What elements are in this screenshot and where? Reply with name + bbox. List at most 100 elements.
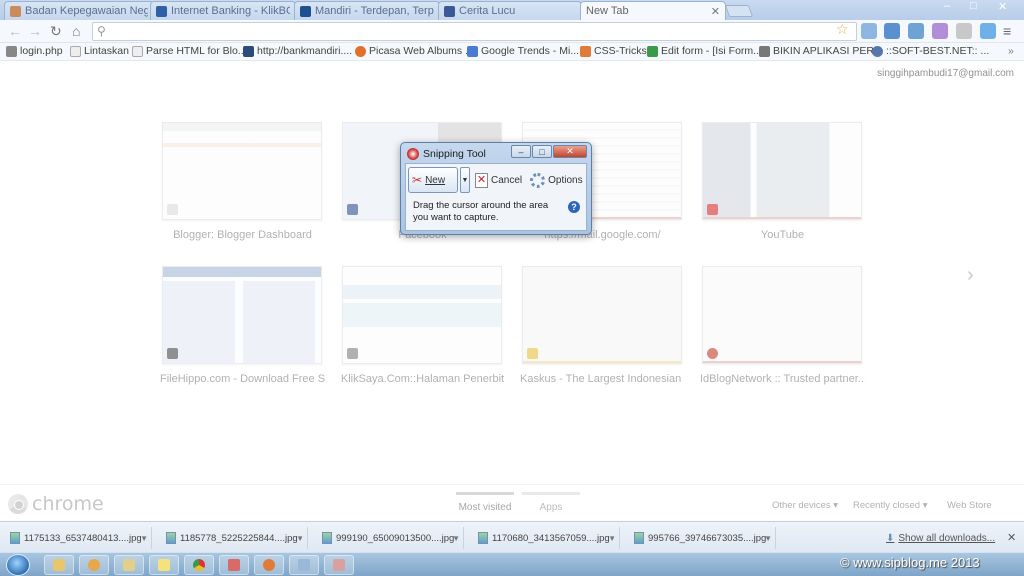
snip-close-button[interactable]: ✕: [553, 145, 587, 158]
download-item[interactable]: 1185778_5225225844....jpg ▼: [158, 527, 308, 549]
bookmarks-overflow-icon[interactable]: »: [1008, 45, 1014, 57]
thumbnail-kliksaya[interactable]: [342, 266, 502, 364]
bookmark-item[interactable]: Picasa Web Albums ...: [355, 45, 474, 57]
taskbar-explorer[interactable]: [44, 555, 74, 575]
bookmark-item[interactable]: Edit form - [Isi Form...: [647, 45, 762, 57]
home-icon[interactable]: ⌂: [72, 23, 80, 39]
close-tab-icon[interactable]: ✕: [711, 5, 720, 18]
bookmark-item[interactable]: CSS-Tricks: [580, 45, 647, 57]
thumbnail-kaskus[interactable]: [522, 266, 682, 364]
thumbnail-caption[interactable]: YouTube: [700, 229, 865, 241]
bookmark-item[interactable]: BIKIN APLIKASI PER...: [759, 45, 883, 57]
recently-closed-menu[interactable]: Recently closed ▾: [853, 500, 927, 511]
tab-most-visited[interactable]: Most visited: [456, 492, 514, 513]
page-icon: [132, 45, 143, 57]
taskbar-app[interactable]: [254, 555, 284, 575]
show-all-downloads-link[interactable]: ⬇ Show all downloads...: [886, 533, 995, 544]
minimize-icon[interactable]: –: [944, 0, 950, 12]
download-item[interactable]: 995766_39746673035....jpg ▼: [626, 527, 776, 549]
thumbnail-caption[interactable]: IdBlogNetwork :: Trusted partner...: [700, 373, 865, 385]
thumbnail-youtube[interactable]: [702, 122, 862, 220]
bookmark-item[interactable]: http://bankmandiri....: [243, 45, 352, 57]
tab-mandiri[interactable]: Mandiri - Terdepan, Terpe: [294, 1, 440, 20]
maximize-icon[interactable]: □: [970, 0, 977, 12]
menu-icon[interactable]: ≡: [1003, 23, 1011, 39]
thumbnail-preview: [703, 123, 861, 219]
next-page-chevron-icon[interactable]: ›: [967, 264, 974, 287]
web-store-link[interactable]: Web Store: [947, 500, 992, 511]
thumbnail-caption[interactable]: KlikSaya.Com::Halaman Penerbit: [340, 373, 505, 385]
taskbar-app[interactable]: [289, 555, 319, 575]
bookmark-item[interactable]: Parse HTML for Blo...: [132, 45, 247, 57]
taskbar-app[interactable]: [219, 555, 249, 575]
snipping-tool-window[interactable]: Snipping Tool – □ ✕ ✂ New ▼ ✕ Cancel Opt…: [400, 142, 592, 235]
thumbnail-caption[interactable]: Kaskus - The Largest Indonesian ...: [520, 373, 685, 385]
extension-4-icon[interactable]: [932, 23, 948, 39]
tab-klikbca[interactable]: Internet Banking - KlikBCA: [150, 1, 296, 20]
bookmark-star-icon[interactable]: ☆: [836, 21, 849, 38]
thumbnail-caption[interactable]: FileHippo.com - Download Free S...: [160, 373, 325, 385]
close-window-icon[interactable]: ✕: [998, 0, 1007, 13]
help-icon[interactable]: ?: [568, 201, 580, 213]
bookmarks-bar: login.php Lintaskan Parse HTML for Blo..…: [0, 43, 1024, 61]
thumbnail-caption[interactable]: Blogger: Blogger Dashboard: [160, 229, 325, 241]
new-snip-button[interactable]: ✂ New: [408, 167, 458, 193]
taskbar-app[interactable]: [149, 555, 179, 575]
tab-label: Most visited: [458, 502, 512, 513]
download-menu-icon[interactable]: ▼: [296, 534, 304, 543]
download-menu-icon[interactable]: ▼: [452, 534, 460, 543]
extension-3-icon[interactable]: [908, 23, 924, 39]
taskbar-snipping-tool[interactable]: [324, 555, 354, 575]
new-tab-button[interactable]: [724, 5, 754, 17]
tab-bkn[interactable]: Badan Kepegawaian Nega: [4, 1, 154, 20]
paint-icon: [228, 559, 240, 571]
options-label: Options: [548, 174, 583, 186]
tab-new-tab[interactable]: New Tab ✕: [580, 1, 726, 20]
new-snip-dropdown[interactable]: ▼: [460, 167, 470, 193]
download-item[interactable]: 1175133_6537480413....jpg ▼: [2, 527, 152, 549]
other-devices-menu[interactable]: Other devices ▾: [772, 500, 838, 511]
taskbar-chrome[interactable]: [184, 555, 214, 575]
download-menu-icon[interactable]: ▼: [608, 534, 616, 543]
bookmark-item[interactable]: Lintaskan: [70, 45, 129, 57]
download-menu-icon[interactable]: ▼: [764, 534, 772, 543]
taskbar-app[interactable]: [79, 555, 109, 575]
kliksaya-favicon-icon: [347, 348, 358, 359]
download-item[interactable]: 1170680_3413567059....jpg ▼: [470, 527, 620, 549]
start-button-icon[interactable]: [6, 554, 30, 576]
thumbnail-underline: [703, 361, 861, 363]
signed-in-user[interactable]: singgihpambudi17@gmail.com: [877, 68, 1014, 79]
extension-2-icon[interactable]: [884, 23, 900, 39]
thumbnail-filehippo[interactable]: [162, 266, 322, 364]
page-icon: [70, 45, 81, 57]
options-button[interactable]: Options: [527, 172, 585, 188]
download-menu-icon[interactable]: ▼: [140, 534, 148, 543]
bookmark-item[interactable]: Google Trends - Mi...: [467, 45, 579, 57]
extension-1-icon[interactable]: [861, 23, 877, 39]
close-download-shelf-icon[interactable]: ✕: [1007, 531, 1016, 544]
watermark: © www.sipblog.me 2013: [840, 555, 980, 570]
thumbnail-idblognetwork[interactable]: [702, 266, 862, 364]
snip-minimize-button[interactable]: –: [511, 145, 531, 158]
download-extension-icon[interactable]: [980, 23, 996, 39]
idblognetwork-favicon-icon: [707, 348, 718, 359]
cancel-button[interactable]: ✕ Cancel: [472, 172, 525, 188]
tab-cerita-lucu[interactable]: Cerita Lucu: [438, 1, 582, 20]
back-arrow-icon[interactable]: ←: [8, 23, 22, 39]
forward-arrow-icon[interactable]: →: [28, 23, 42, 39]
taskbar-app[interactable]: [114, 555, 144, 575]
bookmark-item[interactable]: ::SOFT-BEST.NET:: ...: [872, 45, 989, 57]
tab-apps[interactable]: Apps: [522, 492, 580, 513]
thumbnail-blogger[interactable]: [162, 122, 322, 220]
address-bar[interactable]: ⚲: [92, 22, 857, 41]
tab-label: Badan Kepegawaian Nega: [25, 5, 148, 17]
chrome-wordmark: chrome: [32, 493, 104, 515]
download-item[interactable]: 999190_65009013500....jpg ▼: [314, 527, 464, 549]
tab-indicator: [456, 492, 514, 495]
bankmandiri-favicon-icon: [243, 45, 254, 57]
extension-5-icon[interactable]: [956, 23, 972, 39]
reload-icon[interactable]: ↻: [50, 23, 62, 40]
bookmark-item[interactable]: login.php: [6, 45, 63, 57]
snip-maximize-button[interactable]: □: [532, 145, 552, 158]
ntp-footer: chrome Most visited Apps Other devices ▾…: [0, 484, 1024, 520]
